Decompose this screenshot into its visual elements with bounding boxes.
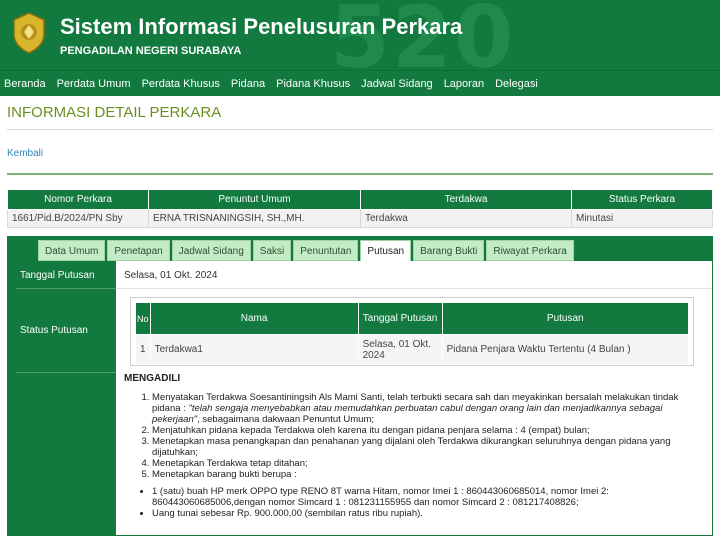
tanggal-putusan-value: Selasa, 01 Okt. 2024 — [116, 261, 712, 289]
case-summary-table: Nomor Perkara Penuntut Umum Terdakwa Sta… — [7, 189, 713, 228]
value-column: Selasa, 01 Okt. 2024 No Nama Tanggal Put… — [116, 261, 712, 535]
app-title: Sistem Informasi Penelusuran Perkara — [60, 14, 463, 39]
page-title: INFORMASI DETAIL PERKARA — [7, 104, 713, 130]
tab-bar: Data Umum Penetapan Jadwal Sidang Saksi … — [8, 237, 712, 262]
tab-barang-bukti[interactable]: Barang Bukti — [413, 240, 485, 261]
tab-saksi[interactable]: Saksi — [252, 240, 292, 261]
summary-header-terdakwa: Terdakwa — [360, 189, 572, 210]
row-nama: Terdakwa1 — [149, 334, 359, 365]
summary-header-nomor: Nomor Perkara — [7, 189, 149, 210]
barang-bukti-list: 1 (satu) buah HP merk OPPO type RENO 8T … — [124, 486, 702, 519]
col-nama: Nama — [149, 302, 359, 335]
col-tanggal-putusan: Tanggal Putusan — [357, 302, 443, 335]
summary-header-penuntut: Penuntut Umum — [148, 189, 361, 210]
summary-header-status: Status Perkara — [571, 189, 713, 210]
row-putusan: Pidana Penjara Waktu Tertentu (4 Bulan ) — [441, 334, 690, 365]
main-nav: Beranda Perdata Umum Perdata Khusus Pida… — [0, 70, 720, 96]
amar-list: Menyatakan Terdakwa Soesantiningsih Als … — [124, 392, 702, 480]
tab-jadwal-sidang[interactable]: Jadwal Sidang — [171, 240, 251, 261]
nav-perdata-umum[interactable]: Perdata Umum — [53, 78, 135, 90]
status-putusan-label: Status Putusan — [16, 289, 122, 373]
app-header: 520 Sistem Informasi Penelusuran Perkara… — [0, 0, 720, 70]
divider — [7, 173, 713, 175]
col-no: No — [135, 302, 151, 335]
tanggal-putusan-label: Tanggal Putusan — [16, 261, 122, 289]
list-item: Uang tunai sebesar Rp. 900.000,00 (sembi… — [152, 508, 702, 519]
amar-putusan: MENGADILI Menyatakan Terdakwa Soesantini… — [124, 373, 702, 519]
amar-title: MENGADILI — [124, 373, 181, 384]
putusan-panel: Tanggal Putusan Status Putusan Selasa, 0… — [8, 261, 712, 535]
tab-riwayat-perkara[interactable]: Riwayat Perkara — [486, 240, 574, 261]
col-putusan: Putusan — [441, 302, 690, 335]
tab-penuntutan[interactable]: Penuntutan — [293, 240, 359, 261]
tab-putusan[interactable]: Putusan — [360, 240, 412, 262]
putusan-table: No Nama Tanggal Putusan Putusan 1 Terdak… — [135, 302, 690, 365]
prosecutor-name: ERNA TRISNANINGSIH, SH.,MH. — [148, 209, 361, 228]
nav-delegasi[interactable]: Delegasi — [491, 78, 542, 90]
nav-perdata-khusus[interactable]: Perdata Khusus — [138, 78, 224, 90]
list-item: Menjatuhkan pidana kepada Terdakwa oleh … — [152, 425, 702, 436]
status-putusan-box: No Nama Tanggal Putusan Putusan 1 Terdak… — [130, 297, 694, 366]
list-item: 1 (satu) buah HP merk OPPO type RENO 8T … — [152, 486, 702, 508]
table-row: 1 Terdakwa1 Selasa, 01 Okt. 2024 Pidana … — [135, 334, 690, 365]
table-row: 1661/Pid.B/2024/PN Sby ERNA TRISNANINGSI… — [7, 209, 713, 228]
case-status: Minutasi — [571, 209, 713, 228]
nav-laporan[interactable]: Laporan — [440, 78, 488, 90]
defendant: Terdakwa — [360, 209, 572, 228]
list-item: Menetapkan barang bukti berupa : — [152, 469, 702, 480]
nav-jadwal-sidang[interactable]: Jadwal Sidang — [357, 78, 437, 90]
nav-beranda[interactable]: Beranda — [0, 78, 50, 90]
row-no: 1 — [135, 334, 151, 365]
detail-tabs: Data Umum Penetapan Jadwal Sidang Saksi … — [7, 236, 713, 536]
list-item: Menetapkan masa penangkapan dan penahana… — [152, 436, 702, 458]
nav-pidana-khusus[interactable]: Pidana Khusus — [272, 78, 354, 90]
list-item: Menyatakan Terdakwa Soesantiningsih Als … — [152, 392, 702, 425]
court-emblem-icon — [13, 12, 45, 54]
tab-penetapan[interactable]: Penetapan — [107, 240, 170, 261]
court-name: PENGADILAN NEGERI SURABAYA — [60, 45, 242, 57]
tab-data-umum[interactable]: Data Umum — [38, 240, 106, 261]
nav-pidana[interactable]: Pidana — [227, 78, 269, 90]
back-link[interactable]: Kembali — [7, 148, 720, 159]
label-column: Tanggal Putusan Status Putusan — [16, 261, 122, 535]
case-number: 1661/Pid.B/2024/PN Sby — [7, 209, 149, 228]
list-item: Menetapkan Terdakwa tetap ditahan; — [152, 458, 702, 469]
row-tanggal: Selasa, 01 Okt. 2024 — [357, 334, 443, 365]
